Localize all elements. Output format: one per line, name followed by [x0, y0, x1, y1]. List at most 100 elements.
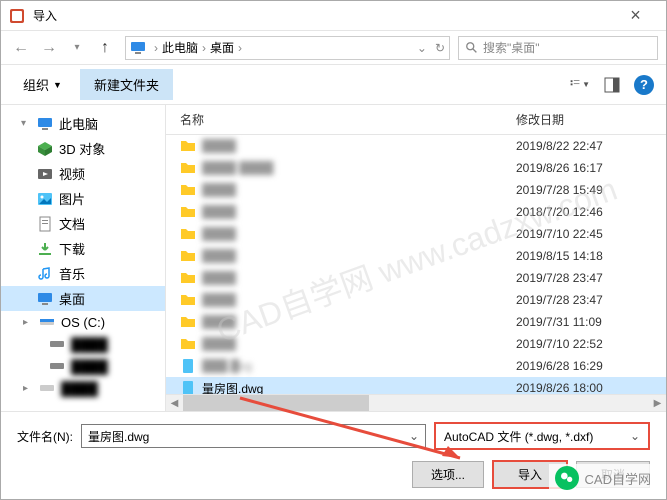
drive-icon: [49, 358, 65, 374]
video-icon: [37, 166, 53, 182]
drive-icon: [49, 336, 65, 352]
breadcrumb-dropdown[interactable]: ⌄: [413, 41, 431, 55]
file-row[interactable]: ████2019/7/28 23:47: [166, 289, 666, 311]
search-input[interactable]: 搜索"桌面": [458, 36, 658, 60]
sidebar-item-thispc[interactable]: ▾ 此电脑: [1, 111, 165, 136]
toolbar: 组织▼ 新建文件夹 ▼ ?: [1, 65, 666, 105]
search-icon: [465, 41, 479, 55]
breadcrumb-desktop[interactable]: 桌面: [210, 39, 234, 56]
close-button[interactable]: ×: [613, 5, 658, 26]
sidebar-item-documents[interactable]: 文档: [1, 211, 165, 236]
scroll-right-icon[interactable]: ▶: [649, 398, 666, 409]
wechat-icon: [555, 466, 579, 490]
folder-icon: [180, 204, 196, 220]
wechat-watermark: CAD自学网: [549, 464, 657, 492]
file-name: ████ ████: [202, 161, 516, 175]
help-button[interactable]: ?: [634, 75, 654, 95]
view-list-icon[interactable]: ▼: [570, 75, 590, 95]
up-button[interactable]: ↑: [93, 36, 117, 60]
file-row[interactable]: ████2019/8/15 14:18: [166, 245, 666, 267]
file-row[interactable]: 量房图.dwg2019/8/26 18:00: [166, 377, 666, 394]
options-button[interactable]: 选项...: [412, 461, 484, 488]
file-date: 2019/8/22 22:47: [516, 139, 666, 153]
file-name: ████: [202, 337, 516, 351]
file-date: 2019/7/10 22:52: [516, 337, 666, 351]
file-row[interactable]: ████2019/7/28 15:49: [166, 179, 666, 201]
file-date: 2019/7/28 23:47: [516, 293, 666, 307]
cube-icon: [37, 141, 53, 157]
folder-icon: [180, 160, 196, 176]
scroll-left-icon[interactable]: ◀: [166, 398, 183, 409]
sidebar-item-downloads[interactable]: 下载: [1, 236, 165, 261]
monitor-icon: [130, 40, 146, 56]
recent-dropdown[interactable]: ▾: [65, 36, 89, 60]
file-date: 2019/7/10 22:45: [516, 227, 666, 241]
folder-icon: [180, 226, 196, 242]
file-name: ████: [202, 183, 516, 197]
folder-icon: [180, 314, 196, 330]
file-date: 2019/6/28 16:29: [516, 359, 666, 373]
sidebar-item-blur3[interactable]: ▸████: [1, 377, 165, 399]
file-date: 2019/8/26 18:00: [516, 381, 666, 394]
file-name: ████: [202, 271, 516, 285]
file-row[interactable]: ████2019/7/10 22:52: [166, 333, 666, 355]
breadcrumb[interactable]: › 此电脑 › 桌面 › ⌄ ↻: [125, 36, 450, 60]
filetype-filter[interactable]: AutoCAD 文件 (*.dwg, *.dxf)⌄: [434, 422, 650, 450]
sidebar-item-pictures[interactable]: 图片: [1, 186, 165, 211]
sidebar-item-blur1[interactable]: ████: [1, 333, 165, 355]
folder-icon: [180, 182, 196, 198]
sidebar: ▾ 此电脑 3D 对象 视频 图片 文档 下载 音乐 桌面 ▸OS (C:) █…: [1, 105, 166, 411]
sidebar-item-desktop[interactable]: 桌面: [1, 286, 165, 311]
documents-icon: [37, 216, 53, 232]
forward-button[interactable]: →: [37, 36, 61, 60]
filename-label: 文件名(N):: [17, 428, 73, 445]
file-date: 2018/7/20 12:46: [516, 205, 666, 219]
folder-icon: [180, 292, 196, 308]
file-name: ████: [202, 227, 516, 241]
filename-input[interactable]: 量房图.dwg⌄: [81, 424, 426, 448]
file-date: 2019/7/31 11:09: [516, 315, 666, 329]
scrollbar-thumb[interactable]: [183, 395, 369, 411]
file-row[interactable]: ███.█vg2019/6/28 16:29: [166, 355, 666, 377]
file-name: 量房图.dwg: [202, 380, 516, 395]
nav-bar: ← → ▾ ↑ › 此电脑 › 桌面 › ⌄ ↻ 搜索"桌面": [1, 31, 666, 65]
organize-button[interactable]: 组织▼: [13, 71, 72, 98]
back-button[interactable]: ←: [9, 36, 33, 60]
file-row[interactable]: ████2018/7/20 12:46: [166, 201, 666, 223]
file-date: 2019/8/26 16:17: [516, 161, 666, 175]
file-date: 2019/8/15 14:18: [516, 249, 666, 263]
file-row[interactable]: ████2019/8/22 22:47: [166, 135, 666, 157]
file-row[interactable]: ████2019/7/28 23:47: [166, 267, 666, 289]
folder-icon: [180, 138, 196, 154]
sidebar-item-blur2[interactable]: ████: [1, 355, 165, 377]
file-icon: [180, 380, 196, 394]
app-icon: [9, 8, 25, 24]
sidebar-item-3d[interactable]: 3D 对象: [1, 136, 165, 161]
file-date: 2019/7/28 15:49: [516, 183, 666, 197]
sidebar-item-video[interactable]: 视频: [1, 161, 165, 186]
sidebar-item-osc[interactable]: ▸OS (C:): [1, 311, 165, 333]
file-row[interactable]: ████ ████2019/8/26 16:17: [166, 157, 666, 179]
file-row[interactable]: ████2019/7/31 11:09: [166, 311, 666, 333]
file-icon: [180, 358, 196, 374]
file-list[interactable]: ████2019/8/22 22:47████ ████2019/8/26 16…: [166, 135, 666, 394]
music-icon: [37, 266, 53, 282]
folder-icon: [180, 336, 196, 352]
column-name[interactable]: 名称: [166, 111, 516, 128]
file-name: ████: [202, 293, 516, 307]
breadcrumb-thispc[interactable]: 此电脑: [162, 39, 198, 56]
monitor-icon: [37, 116, 53, 132]
drive-icon: [39, 314, 55, 330]
column-date[interactable]: 修改日期: [516, 111, 666, 128]
file-date: 2019/7/28 23:47: [516, 271, 666, 285]
view-preview-icon[interactable]: [602, 75, 622, 95]
file-name: ███.█vg: [202, 359, 516, 373]
sidebar-item-music[interactable]: 音乐: [1, 261, 165, 286]
folder-icon: [180, 270, 196, 286]
download-icon: [37, 241, 53, 257]
file-name: ████: [202, 249, 516, 263]
file-row[interactable]: ████2019/7/10 22:45: [166, 223, 666, 245]
drive-icon: [39, 380, 55, 396]
new-folder-button[interactable]: 新建文件夹: [80, 69, 173, 100]
horizontal-scrollbar[interactable]: ◀ ▶: [166, 394, 666, 411]
